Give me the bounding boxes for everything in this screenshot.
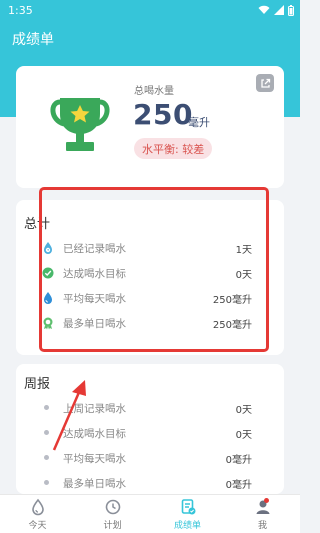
clock-icon [105,499,120,514]
nav-label: 成绩单 [173,520,201,531]
stat-label: 平均每天喝水 [63,292,126,305]
nav-label: 计划 [103,520,122,531]
stat-row-goal: 达成喝水目标 0天 [16,263,284,283]
report-icon [181,498,195,514]
nav-today[interactable]: 今天 [0,495,75,533]
page-title: 成绩单 [12,31,54,48]
stat-row-average: 平均每天喝水 250毫升 [16,288,284,308]
stat-row-max: 最多单日喝水 250毫升 [16,313,284,333]
share-icon [260,78,270,88]
bottom-nav: 今天 计划 成绩单 我 [0,494,300,533]
wifi-icon [258,5,270,14]
weekly-label: 最多单日喝水 [63,477,126,490]
weekly-title: 周报 [24,377,51,392]
battery-icon [288,4,294,16]
bullet-dot [44,455,49,460]
stat-row-recorded: 已经记录喝水 1天 [16,238,284,258]
nav-label: 我 [257,520,267,531]
status-bar: 1:35 [0,0,300,20]
target-check-icon [42,267,54,279]
stat-label: 已经记录喝水 [63,242,126,255]
stat-value: 250毫升 [212,319,252,331]
total-water-value: 250 [133,98,193,131]
weekly-value: 0天 [235,404,252,416]
bullet-dot [44,430,49,435]
total-water-unit: 毫升 [188,116,210,129]
medal-icon [43,317,53,330]
notification-dot [264,498,269,503]
water-drop-icon [44,292,52,304]
signal-icon [274,5,284,15]
trophy-icon [50,98,110,151]
stat-label: 最多单日喝水 [63,317,126,330]
app-bar: 成绩单 [0,20,300,57]
water-balance-badge: 水平衡: 较差 [134,138,213,159]
bullet-dot [44,405,49,410]
drop-clock-icon [44,242,52,254]
stat-value: 250毫升 [212,294,252,306]
annotation-arrow [52,380,86,451]
stat-label: 达成喝水目标 [63,267,126,280]
nav-report[interactable]: 成绩单 [150,495,225,533]
summary-card: 总喝水量 250 毫升 水平衡: 较差 [16,66,284,188]
water-drop-icon [31,498,44,515]
weekly-value: 0毫升 [225,479,252,491]
nav-plan[interactable]: 计划 [75,495,150,533]
share-button[interactable] [256,74,274,92]
weekly-label: 平均每天喝水 [63,452,126,465]
totals-card: 总计 已经记录喝水 1天 达成喝水目标 0天 平均每天喝水 250毫升 最多单日… [16,200,284,355]
weekly-row: 最多单日喝水 0毫升 [16,473,284,493]
status-icons [258,4,294,16]
nav-me[interactable]: 我 [225,495,300,533]
status-time: 1:35 [8,3,33,17]
stat-value: 1天 [235,244,252,256]
nav-label: 今天 [28,520,47,531]
weekly-value: 0天 [235,429,252,441]
totals-title: 总计 [24,217,51,232]
weekly-value: 0毫升 [225,454,252,466]
total-water-label: 总喝水量 [134,86,174,97]
bullet-dot [44,480,49,485]
stat-value: 0天 [235,269,252,281]
